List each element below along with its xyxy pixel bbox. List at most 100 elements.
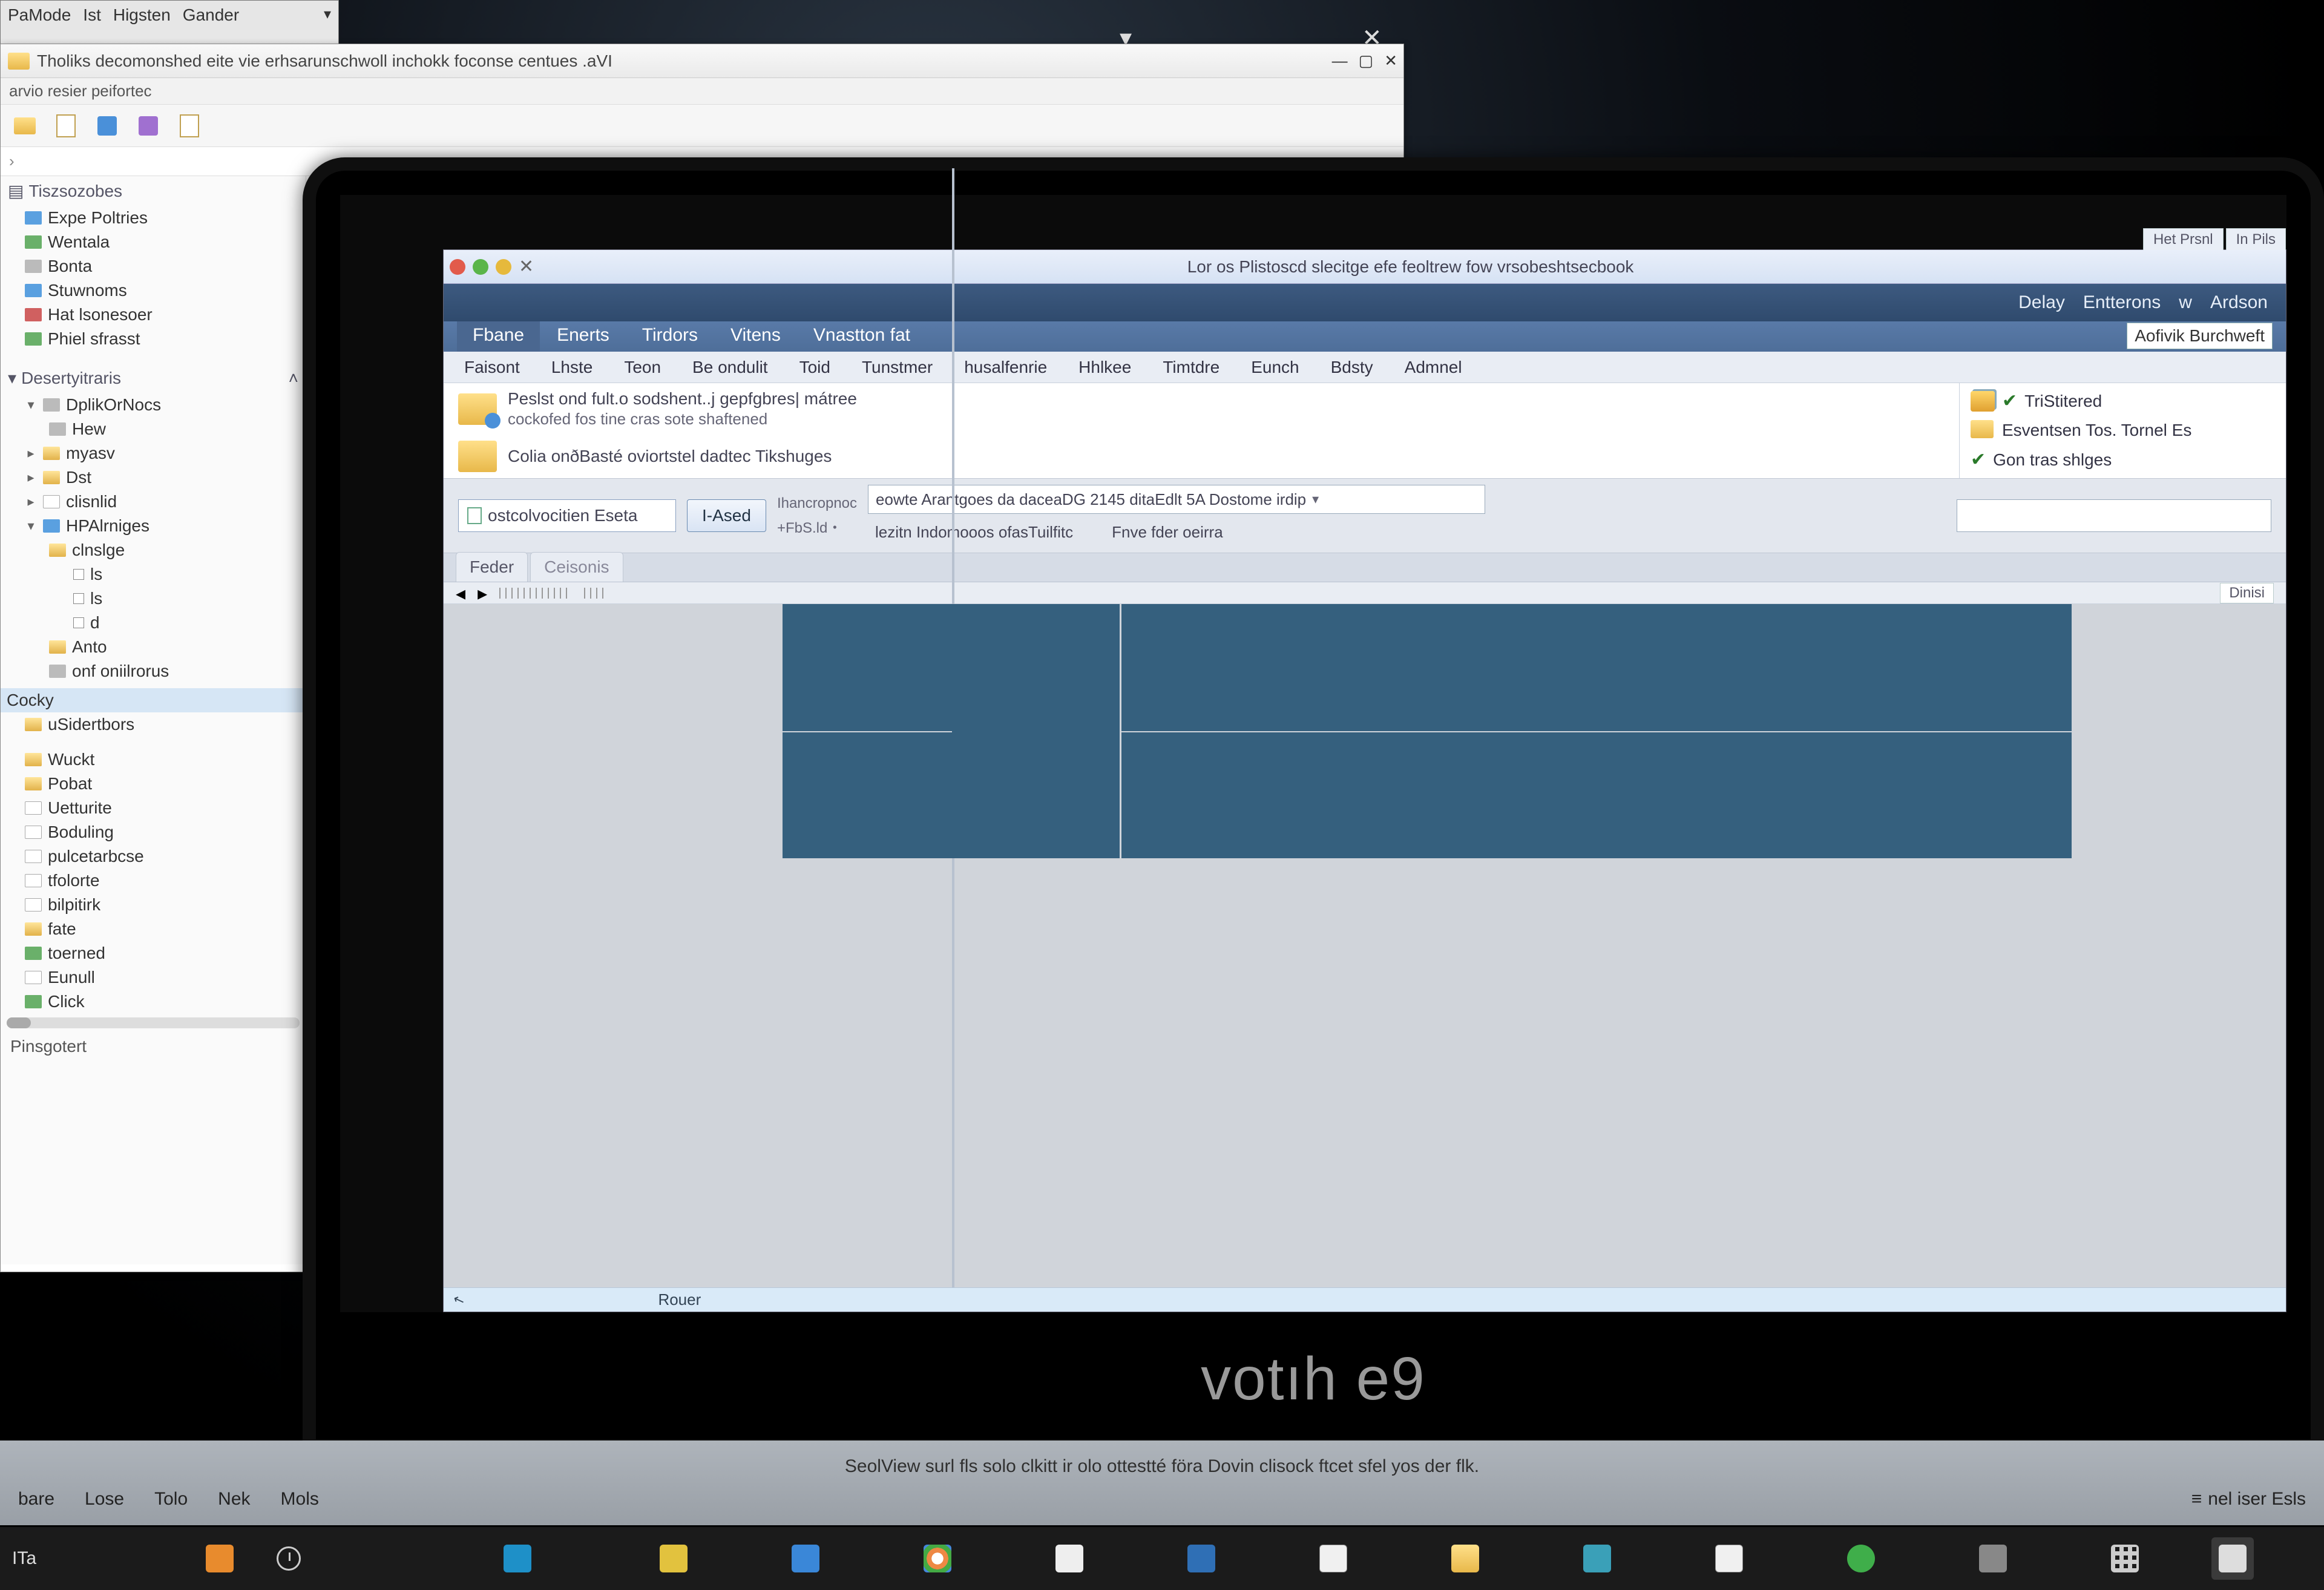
taskbar-app-icon[interactable] — [2104, 1537, 2146, 1580]
taskbar-app-icon[interactable] — [199, 1537, 241, 1580]
ribbon-submenu[interactable]: Faisont Lhste Teon Be ondulit Toid Tunst… — [444, 352, 2286, 383]
tree-item[interactable]: Anto — [1, 635, 306, 659]
submenu-item[interactable]: Timtdre — [1157, 354, 1226, 381]
close-button[interactable]: ✕ — [1384, 51, 1397, 70]
tree-item[interactable]: Wentala — [1, 230, 306, 254]
toolbar-action-icon[interactable] — [136, 114, 160, 138]
taskbar-clock-icon[interactable] — [268, 1537, 310, 1580]
taskbar-app-icon[interactable] — [1048, 1537, 1091, 1580]
taskbar-app-icon[interactable] — [1312, 1537, 1354, 1580]
explorer-toolbar[interactable] — [1, 105, 1403, 147]
taskbar-app-icon[interactable] — [496, 1537, 539, 1580]
list-icon[interactable]: ≡ — [2191, 1489, 2202, 1510]
right-panel-tab[interactable]: In Pils — [2226, 228, 2286, 250]
taskbar-app-icon[interactable] — [652, 1537, 695, 1580]
header-link[interactable]: Entterons — [2083, 292, 2161, 313]
chevron-down-icon[interactable]: ▾ — [324, 5, 331, 25]
taskbar-start-label[interactable]: ITa — [12, 1548, 36, 1569]
tree-item[interactable]: toerned — [1, 941, 306, 965]
tree-item[interactable]: ▾HPAlrniges — [1, 514, 306, 538]
tree-item[interactable]: Stuwnoms — [1, 278, 306, 303]
footer-menu-item[interactable]: Lose — [85, 1489, 124, 1510]
submenu-item[interactable]: Be ondulit — [686, 354, 774, 381]
taskbar[interactable]: ITa — [0, 1527, 2324, 1590]
header-link[interactable]: Ardson — [2210, 292, 2268, 313]
chevron-down-icon[interactable]: ▾ — [8, 368, 16, 388]
panel-item[interactable]: ✔Gon tras shlges — [1971, 449, 2275, 470]
submenu-item[interactable]: Tunstmer — [856, 354, 939, 381]
taskbar-app-icon[interactable] — [1840, 1537, 1882, 1580]
tree-item[interactable]: Boduling — [1, 820, 306, 844]
ruler-marker[interactable]: ▸ — [478, 582, 487, 605]
footer-menu-item[interactable]: Tolo — [154, 1489, 188, 1510]
tree-item[interactable]: bilpitirk — [1, 893, 306, 917]
canvas-area[interactable] — [444, 604, 2286, 1287]
tree-section-header[interactable]: ▤ Tiszsozobes — [1, 176, 306, 206]
taskbar-app-icon[interactable] — [1180, 1537, 1223, 1580]
maximize-button[interactable]: ▢ — [1359, 51, 1374, 70]
empty-field[interactable] — [1957, 499, 2271, 532]
footer-menu[interactable]: bare Lose Tolo Nek Mols ≡ nel iser Esls — [18, 1489, 2306, 1510]
panel-item[interactable]: ✔TriStitered — [1971, 390, 2275, 412]
checkbox-icon[interactable] — [73, 569, 84, 580]
checkbox-icon[interactable] — [73, 593, 84, 604]
secondary-tabs[interactable]: Feder Ceisonis — [444, 553, 2286, 582]
zoom-dot-icon[interactable] — [473, 259, 488, 275]
taskbar-app-icon[interactable] — [1444, 1537, 1486, 1580]
submenu-item[interactable]: Bdsty — [1325, 354, 1379, 381]
dropdown[interactable]: eowte Arantgoes da daceaDG 2145 ditaEdlt… — [868, 485, 1485, 514]
traffic-lights[interactable] — [450, 259, 511, 275]
ribbon-info-row[interactable]: Peslst ond fult.o sodshent..j gepfgbres|… — [444, 383, 1959, 435]
tree-item[interactable]: tfolorte — [1, 869, 306, 893]
chevron-right-icon[interactable]: ▸ — [25, 445, 37, 461]
tree-item[interactable]: clnslge — [1, 538, 306, 562]
chevron-right-icon[interactable]: ▸ — [25, 494, 37, 510]
dropdown[interactable]: lezitn Indomooos ofasTuilfitc — [868, 517, 1080, 547]
bg-menu-item[interactable]: Ist — [83, 5, 101, 25]
toolbar-doc-icon[interactable] — [54, 114, 78, 138]
submenu-item[interactable]: Eunch — [1245, 354, 1305, 381]
submenu-item[interactable]: Admnel — [1399, 354, 1468, 381]
submenu-item[interactable]: Toid — [793, 354, 836, 381]
chevron-down-icon[interactable]: ▾ — [25, 397, 37, 413]
app-titlebar[interactable]: ✕ Lor os Plistoscd slecitge efe feoltrew… — [444, 250, 2286, 284]
tree-item[interactable]: ▾DplikOrNocs — [1, 393, 306, 417]
tree-section-header[interactable]: ▾ Desertyitraris ˄ — [1, 363, 306, 393]
submenu-item[interactable]: husalfenrie — [958, 354, 1053, 381]
main-app-window[interactable]: ✕ Lor os Plistoscd slecitge efe feoltrew… — [443, 249, 2286, 1312]
explorer-titlebar[interactable]: Tholiks decomonshed eite vie erhsarunsch… — [1, 44, 1403, 78]
taskbar-app-icon[interactable] — [1576, 1537, 1618, 1580]
dropdown[interactable]: Fnve fder oeirra — [1105, 517, 1230, 547]
ribbon-tab[interactable]: Fbane — [457, 320, 540, 352]
toolbar-folder-icon[interactable] — [13, 114, 37, 138]
tree-item-selected[interactable]: Cocky — [1, 688, 306, 712]
taskbar-app-icon[interactable] — [1708, 1537, 1750, 1580]
tree-item[interactable]: uSidertbors — [1, 712, 306, 737]
minimize-button[interactable]: — — [1332, 51, 1348, 70]
submenu-item[interactable]: Lhste — [545, 354, 599, 381]
tree-item[interactable]: Phiel sfrasst — [1, 327, 306, 351]
tree-scrollbar[interactable] — [7, 1017, 300, 1028]
checkbox-icon[interactable] — [73, 617, 84, 628]
explorer-tree[interactable]: ▤ Tiszsozobes Expe Poltries Wentala Bont… — [1, 176, 306, 1264]
close-icon[interactable]: ✕ — [519, 256, 534, 277]
toolbar-action-icon[interactable] — [95, 114, 119, 138]
header-link[interactable]: w — [2179, 292, 2192, 313]
footer-menu-item[interactable]: Mols — [281, 1489, 319, 1510]
tree-item[interactable]: pulcetarbcse — [1, 844, 306, 869]
tree-item[interactable]: Wuckt — [1, 747, 306, 772]
tree-item[interactable]: ls — [1, 586, 306, 611]
ribbon-tab[interactable]: Vitens — [715, 320, 796, 352]
tree-item[interactable]: Bonta — [1, 254, 306, 278]
chevron-up-icon[interactable]: ˄ — [289, 369, 298, 388]
tree-item[interactable]: onf oniilrorus — [1, 659, 306, 683]
ribbon-search-input[interactable]: Aofivik Burchweft — [2127, 323, 2273, 349]
ruler-badge[interactable]: Dinisi — [2220, 583, 2274, 603]
tree-item[interactable]: ls — [1, 562, 306, 586]
submenu-item[interactable]: Teon — [618, 354, 667, 381]
tree-item[interactable]: Pobat — [1, 772, 306, 796]
search-field[interactable]: ostcolvocitien Eseta — [458, 499, 676, 532]
right-panel-tab[interactable]: Het Prsnl — [2143, 228, 2224, 250]
chevron-right-icon[interactable]: ▸ — [25, 470, 37, 485]
ribbon-tab[interactable]: Vnastton fat — [798, 320, 926, 352]
